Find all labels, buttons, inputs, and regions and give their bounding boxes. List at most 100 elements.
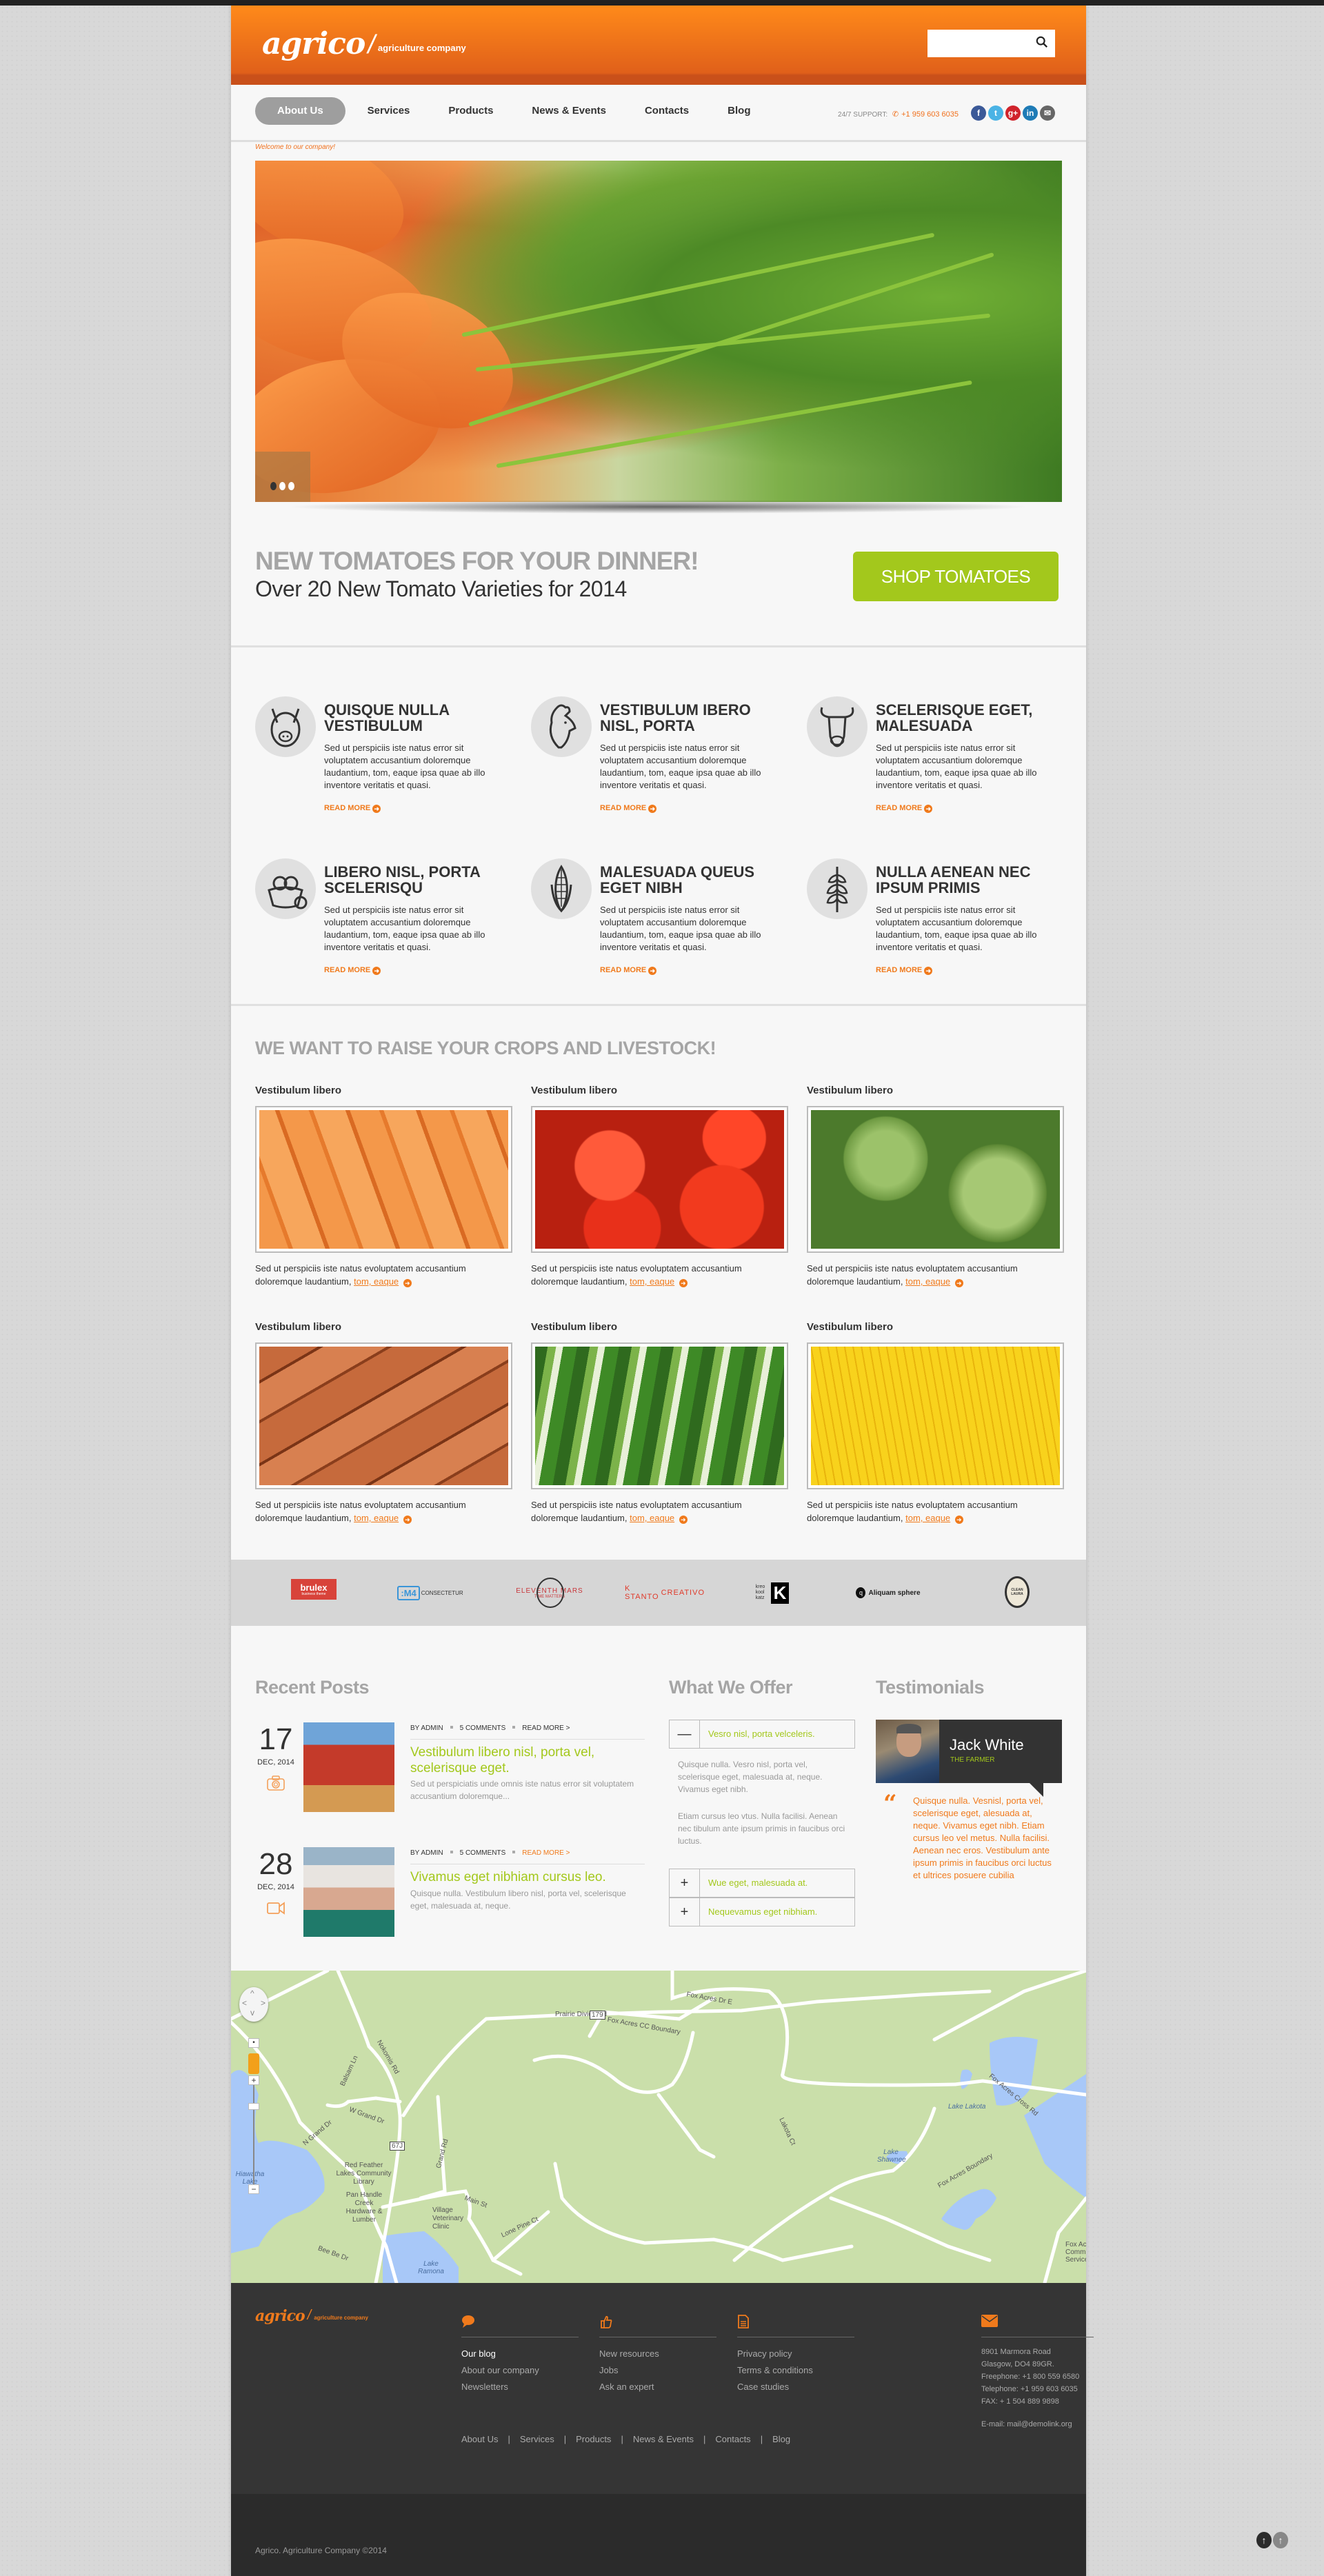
footer-link[interactable]: Case studies xyxy=(737,2379,854,2395)
post-comments[interactable]: 5 COMMENTS xyxy=(460,1849,506,1857)
brand-logo-m4[interactable]: :M4 CONSECTETUR xyxy=(392,1582,468,1604)
crop-link[interactable]: tom, eaque xyxy=(905,1276,950,1287)
facebook-icon[interactable]: f xyxy=(971,105,986,121)
read-more-link[interactable]: READ MORE ➜ xyxy=(324,804,381,813)
nav-item-news-events[interactable]: News & Events xyxy=(515,97,623,125)
arrow-circle-right-icon[interactable]: ➜ xyxy=(679,1279,688,1287)
brand-logo-aliquam[interactable]: q Aliquam sphere xyxy=(850,1582,926,1604)
crop-link[interactable]: tom, eaque xyxy=(630,1513,674,1523)
read-more-link[interactable]: READ MORE ➜ xyxy=(324,966,381,975)
crop-image-frame[interactable] xyxy=(807,1342,1064,1489)
crop-image-frame[interactable] xyxy=(531,1342,788,1489)
shop-tomatoes-button[interactable]: SHOP TOMATOES xyxy=(853,552,1059,601)
twitter-icon[interactable]: t xyxy=(988,105,1003,121)
location-map[interactable]: Prairie Divide Rd 179 67J Nokomis Rd Bal… xyxy=(231,1971,1086,2283)
zoom-slider-track[interactable] xyxy=(253,2085,254,2188)
brand-logo-kreo[interactable]: kreo kool katz K xyxy=(748,1579,796,1607)
post-author[interactable]: BY ADMIN xyxy=(410,1724,443,1732)
read-more-link[interactable]: READ MORE ➜ xyxy=(876,966,933,975)
arrow-circle-right-icon[interactable]: ➜ xyxy=(954,1279,963,1287)
crop-image-frame[interactable] xyxy=(255,1342,512,1489)
footer-logo[interactable]: agrico / agriculture company xyxy=(255,2307,368,2325)
site-logo[interactable]: agrico / agriculture company xyxy=(262,26,466,61)
pan-right-icon[interactable]: > xyxy=(261,1998,265,2008)
post-comments[interactable]: 5 COMMENTS xyxy=(460,1724,506,1732)
read-more-link[interactable]: READ MORE ➜ xyxy=(876,804,933,813)
plus-icon[interactable]: + xyxy=(670,1869,700,1897)
post-title[interactable]: Vestibulum libero nisl, porta vel, scele… xyxy=(410,1744,645,1776)
crop-link[interactable]: tom, eaque xyxy=(630,1276,674,1287)
mail-icon[interactable]: ✉ xyxy=(1040,105,1055,121)
footer-email[interactable]: E-mail: mail@demolink.org xyxy=(981,2420,1094,2428)
zoom-in-button[interactable]: + xyxy=(248,2075,259,2085)
plus-icon[interactable]: + xyxy=(670,1898,700,1926)
search-icon[interactable] xyxy=(1036,36,1048,48)
brand-logo-eleventh-mars[interactable]: ELEVENTH MARS TIME MATTERS xyxy=(508,1578,591,1608)
testimonials-title: Testimonials xyxy=(876,1677,985,1698)
nav-item-services[interactable]: Services xyxy=(351,97,427,125)
post-title[interactable]: Vivamus eget nibhiam cursus leo. xyxy=(410,1869,645,1885)
footer-link[interactable]: Jobs xyxy=(599,2362,716,2379)
accordion-header[interactable]: + Nequevamus eget nibhiam. xyxy=(669,1898,855,1926)
minus-icon[interactable]: — xyxy=(670,1720,700,1748)
slider-dot-1[interactable] xyxy=(270,482,277,490)
slider-dot-2[interactable] xyxy=(279,482,285,490)
nav-item-products[interactable]: Products xyxy=(432,97,510,125)
crop-link[interactable]: tom, eaque xyxy=(354,1513,399,1523)
back-to-top-button[interactable]: ↑ xyxy=(1256,2532,1272,2548)
google-plus-icon[interactable]: g+ xyxy=(1005,105,1021,121)
post-read-more[interactable]: READ MORE > xyxy=(522,1849,570,1857)
pan-down-icon[interactable]: v xyxy=(250,2008,254,2017)
map-pan-control[interactable]: ^ < > v xyxy=(239,1987,268,2022)
thumbs-up-icon xyxy=(599,2315,716,2330)
arrow-circle-right-icon[interactable]: ➜ xyxy=(403,1279,412,1287)
hero-slider[interactable] xyxy=(255,161,1062,502)
slider-dot-3[interactable] xyxy=(288,482,294,490)
post-thumbnail[interactable] xyxy=(303,1847,394,1937)
crop-image-frame[interactable] xyxy=(531,1106,788,1253)
arrow-circle-right-icon[interactable]: ➜ xyxy=(954,1516,963,1524)
footer-nav-about-us[interactable]: About Us xyxy=(461,2434,498,2444)
brand-logo-clean-laura[interactable]: CLEAN LAURA xyxy=(1005,1576,1030,1608)
footer-link[interactable]: Newsletters xyxy=(461,2379,579,2395)
support-phone[interactable]: +1 959 603 6035 xyxy=(901,110,959,119)
search-input[interactable] xyxy=(927,30,1031,57)
footer-nav-products[interactable]: Products xyxy=(576,2434,611,2444)
footer-link[interactable]: Privacy policy xyxy=(737,2346,854,2362)
crop-link[interactable]: tom, eaque xyxy=(354,1276,399,1287)
nav-item-contacts[interactable]: Contacts xyxy=(628,97,705,125)
back-to-top-button-secondary[interactable]: ↑ xyxy=(1273,2532,1288,2548)
linkedin-icon[interactable]: in xyxy=(1023,105,1038,121)
footer-link[interactable]: Terms & conditions xyxy=(737,2362,854,2379)
post-author[interactable]: BY ADMIN xyxy=(410,1849,443,1857)
footer-link[interactable]: About our company xyxy=(461,2362,579,2379)
map-location-button[interactable]: • xyxy=(248,2038,259,2048)
nav-item-blog[interactable]: Blog xyxy=(711,97,767,125)
brand-logo-stanto[interactable]: K STANTO CREATIVO xyxy=(625,1582,704,1604)
pan-up-icon[interactable]: ^ xyxy=(250,1989,254,1998)
footer-link[interactable]: Ask an expert xyxy=(599,2379,716,2395)
post-thumbnail[interactable] xyxy=(303,1722,394,1812)
read-more-link[interactable]: READ MORE ➜ xyxy=(600,966,657,975)
brand-logo-brulex[interactable]: brulex business theme xyxy=(291,1579,337,1600)
read-more-link[interactable]: READ MORE ➜ xyxy=(600,804,657,813)
footer-nav-news-events[interactable]: News & Events xyxy=(633,2434,694,2444)
zoom-out-button[interactable]: − xyxy=(248,2184,259,2194)
crop-image-frame[interactable] xyxy=(255,1106,512,1253)
footer-nav-contacts[interactable]: Contacts xyxy=(715,2434,750,2444)
crop-link[interactable]: tom, eaque xyxy=(905,1513,950,1523)
arrow-circle-right-icon[interactable]: ➜ xyxy=(403,1516,412,1524)
pan-left-icon[interactable]: < xyxy=(242,1998,247,2008)
street-view-pegman-icon[interactable] xyxy=(248,2053,259,2074)
post-read-more[interactable]: READ MORE > xyxy=(522,1724,570,1732)
footer-link[interactable]: Our blog xyxy=(461,2346,579,2362)
nav-item-about-us[interactable]: About Us xyxy=(255,97,345,125)
accordion-header[interactable]: — Vesro nisl, porta velceleris. xyxy=(669,1720,855,1749)
arrow-circle-right-icon[interactable]: ➜ xyxy=(679,1516,688,1524)
accordion-header[interactable]: + Wue eget, malesuada at. xyxy=(669,1869,855,1898)
crop-image-frame[interactable] xyxy=(807,1106,1064,1253)
zoom-slider-handle[interactable] xyxy=(248,2103,259,2110)
footer-link[interactable]: New resources xyxy=(599,2346,716,2362)
footer-nav-blog[interactable]: Blog xyxy=(772,2434,790,2444)
footer-nav-services[interactable]: Services xyxy=(520,2434,554,2444)
